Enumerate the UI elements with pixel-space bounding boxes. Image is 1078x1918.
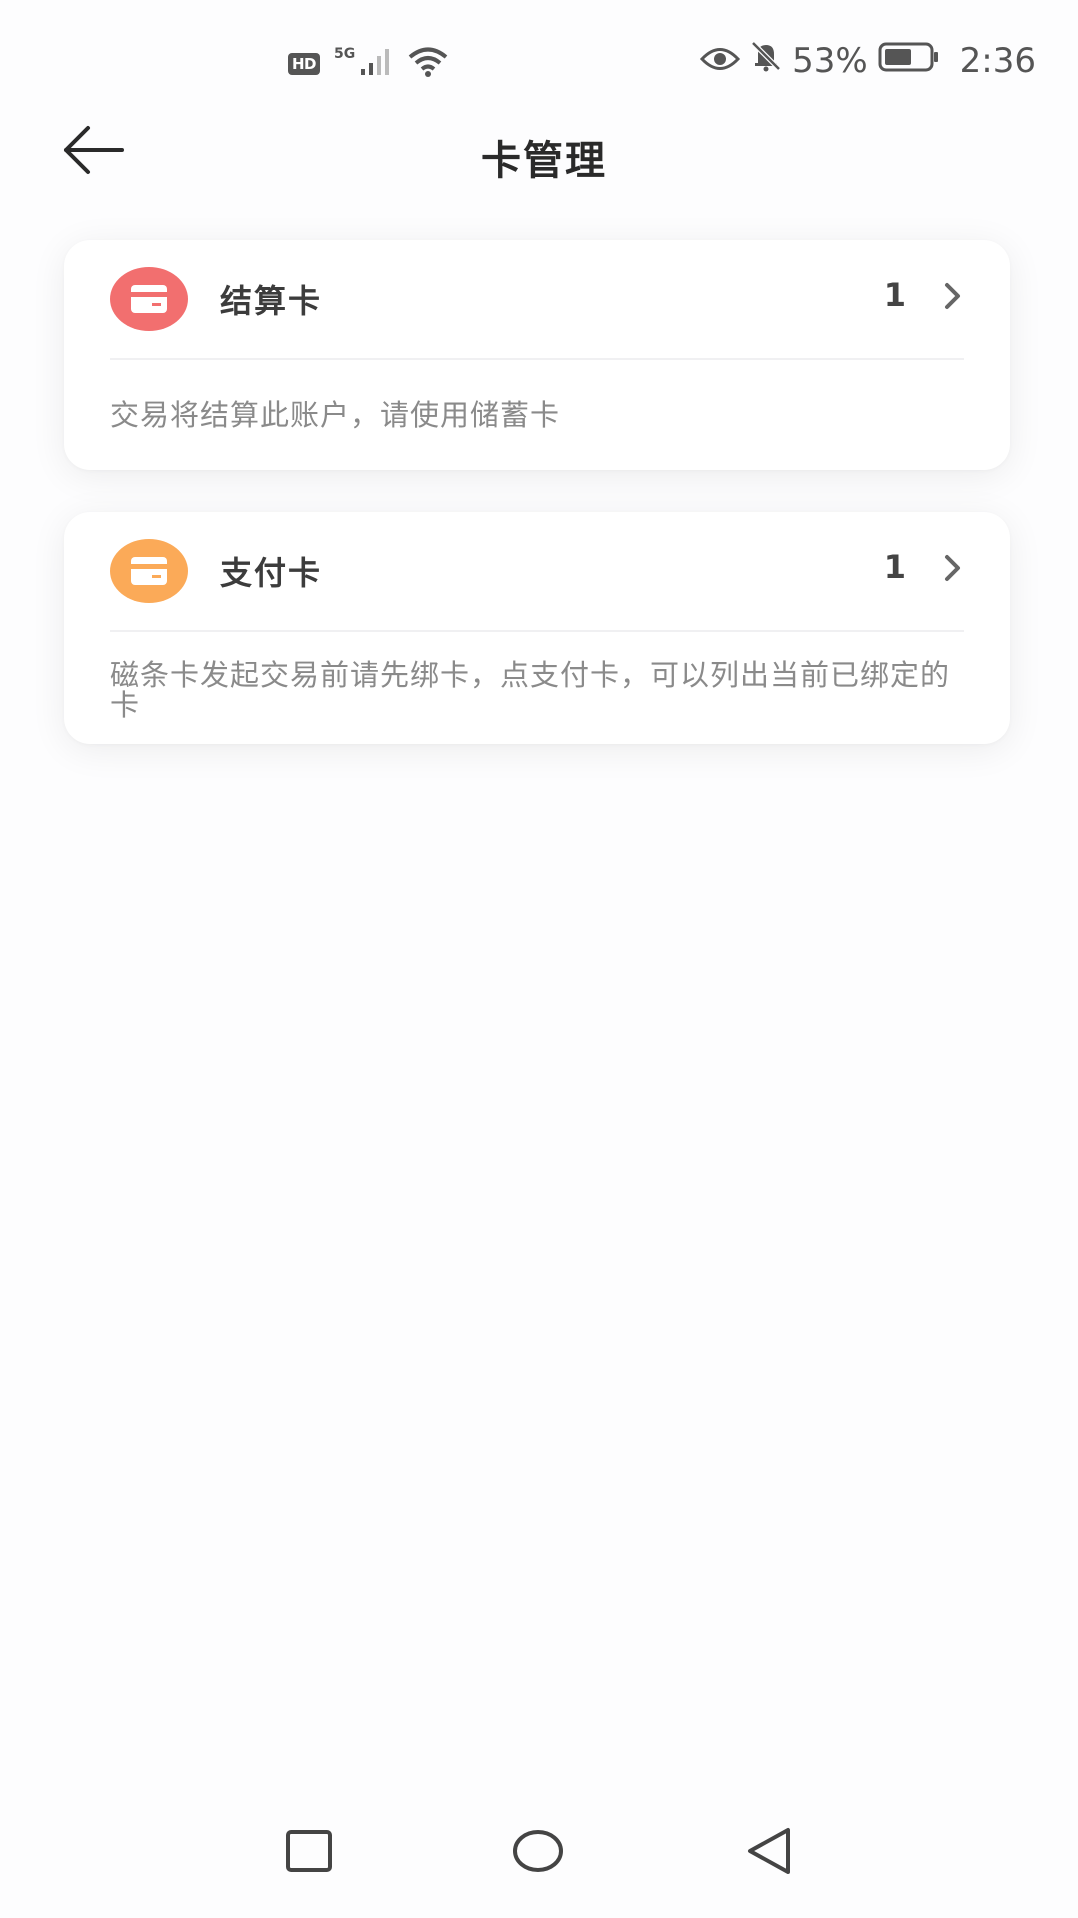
network-type: 5G	[334, 46, 356, 62]
credit-card-icon	[110, 267, 188, 331]
payment-card-label: 支付卡	[220, 554, 323, 592]
settlement-card-row[interactable]: 结算卡 1	[64, 240, 1010, 356]
payment-card-description: 磁条卡发起交易前请先绑卡，点支付卡，可以列出当前已绑定的卡	[110, 658, 951, 722]
recent-apps-icon	[284, 1830, 334, 1882]
chevron-right-icon	[944, 554, 962, 586]
payment-card-panel: 支付卡 1 磁条卡发起交易前请先绑卡，点支付卡，可以列出当前已绑定的卡	[64, 512, 1010, 744]
settlement-card-count: 1	[883, 276, 906, 314]
status-bar: HD 5G 53% 2:36	[0, 0, 1078, 120]
recent-apps-button[interactable]	[284, 1828, 334, 1882]
chevron-right-icon	[944, 282, 962, 314]
wifi-icon	[407, 46, 449, 82]
nav-back-button[interactable]	[744, 1826, 794, 1880]
status-left: HD 5G	[288, 46, 449, 82]
home-icon	[510, 1830, 566, 1882]
battery-percent: 53%	[792, 40, 868, 81]
status-right: 53% 2:36	[699, 40, 1036, 81]
system-nav-bar	[0, 1828, 1078, 1918]
payment-card-row[interactable]: 支付卡 1	[64, 512, 1010, 628]
card-divider	[110, 630, 964, 632]
eye-icon	[699, 41, 741, 81]
clock-time: 2:36	[959, 40, 1036, 81]
credit-card-icon	[110, 539, 188, 603]
bell-off-icon	[750, 40, 782, 81]
hd-icon: HD	[288, 53, 321, 75]
settlement-card-label: 结算卡	[220, 282, 323, 320]
signal-icon	[359, 48, 393, 80]
settlement-card-description: 交易将结算此账户，请使用储蓄卡	[110, 398, 561, 432]
payment-card-count: 1	[883, 548, 906, 586]
settlement-card-panel: 结算卡 1 交易将结算此账户，请使用储蓄卡	[64, 240, 1010, 470]
back-icon	[744, 1828, 794, 1880]
page-title: 卡管理	[481, 138, 607, 184]
card-divider	[110, 358, 964, 360]
home-button[interactable]	[510, 1828, 566, 1882]
battery-icon	[878, 41, 940, 81]
